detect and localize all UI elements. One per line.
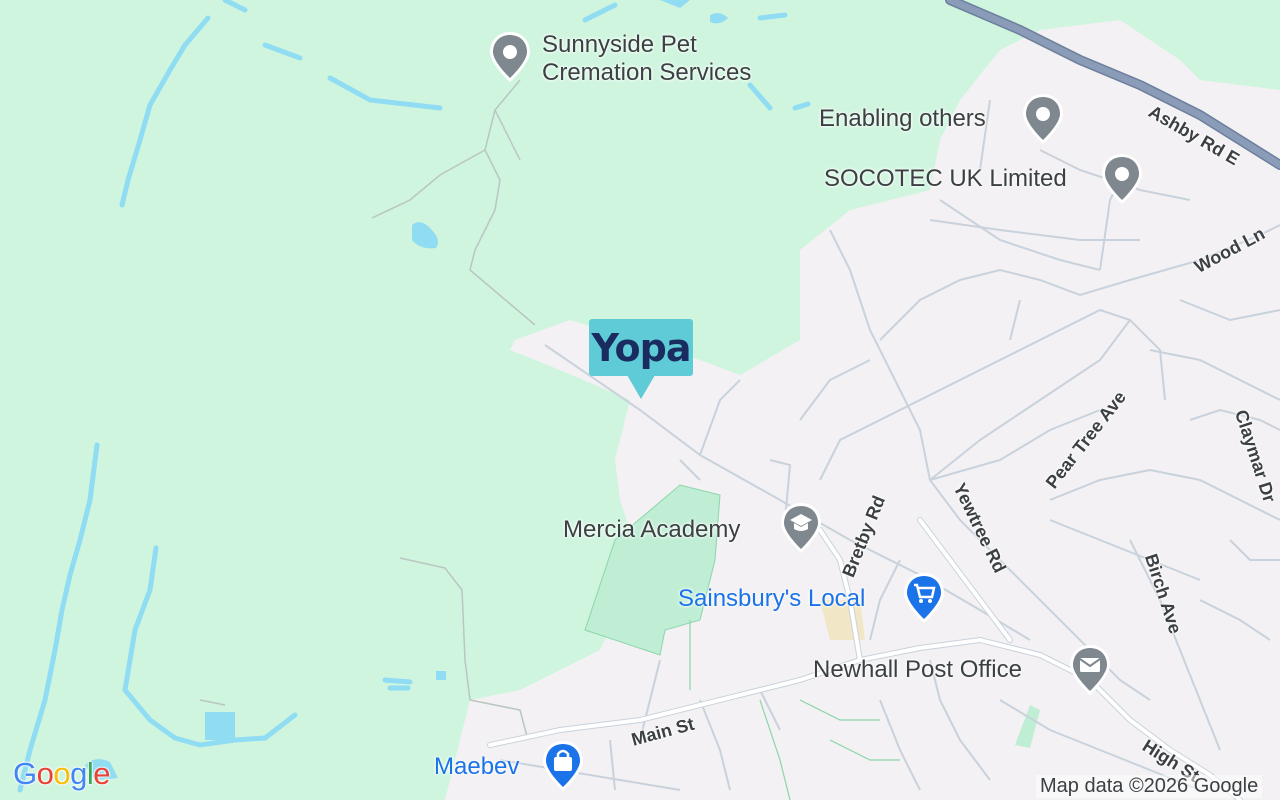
google-logo-letter: o xyxy=(36,756,54,791)
poi-label-postoffice: Newhall Post Office xyxy=(813,656,1022,683)
poi-label-maebev: Maebev xyxy=(434,753,520,780)
school-icon xyxy=(781,503,821,553)
google-logo-letter: o xyxy=(53,756,71,791)
pond xyxy=(436,671,446,680)
google-logo-letter: g xyxy=(70,756,87,791)
marker-pointer xyxy=(627,375,655,399)
poi-label-sunnyside-2: Cremation Services xyxy=(542,59,752,86)
shopping-bag-icon xyxy=(543,741,583,791)
map-attribution[interactable]: Map data ©2026 Google xyxy=(1036,775,1263,798)
google-logo[interactable]: Google xyxy=(13,756,111,792)
location-pin-icon xyxy=(1023,94,1063,144)
poi-label-sainsburys: Sainsbury's Local xyxy=(678,585,866,612)
mail-icon xyxy=(1070,645,1110,695)
poi-label-socotec: SOCOTEC UK Limited xyxy=(824,165,1067,192)
poi-label-mercia: Mercia Academy xyxy=(563,516,741,543)
yopa-logo: Yopa xyxy=(589,319,693,376)
location-pin-icon xyxy=(1102,154,1142,204)
google-logo-letter: e xyxy=(93,756,111,791)
shopping-cart-icon xyxy=(904,573,944,623)
google-logo-letter: G xyxy=(13,756,37,791)
pond xyxy=(205,712,235,740)
yopa-property-marker[interactable]: Yopa xyxy=(589,319,693,401)
location-pin-icon xyxy=(490,32,530,82)
poi-label-sunnyside-1: Sunnyside Pet xyxy=(542,31,697,58)
poi-label-enabling: Enabling others xyxy=(819,105,986,132)
